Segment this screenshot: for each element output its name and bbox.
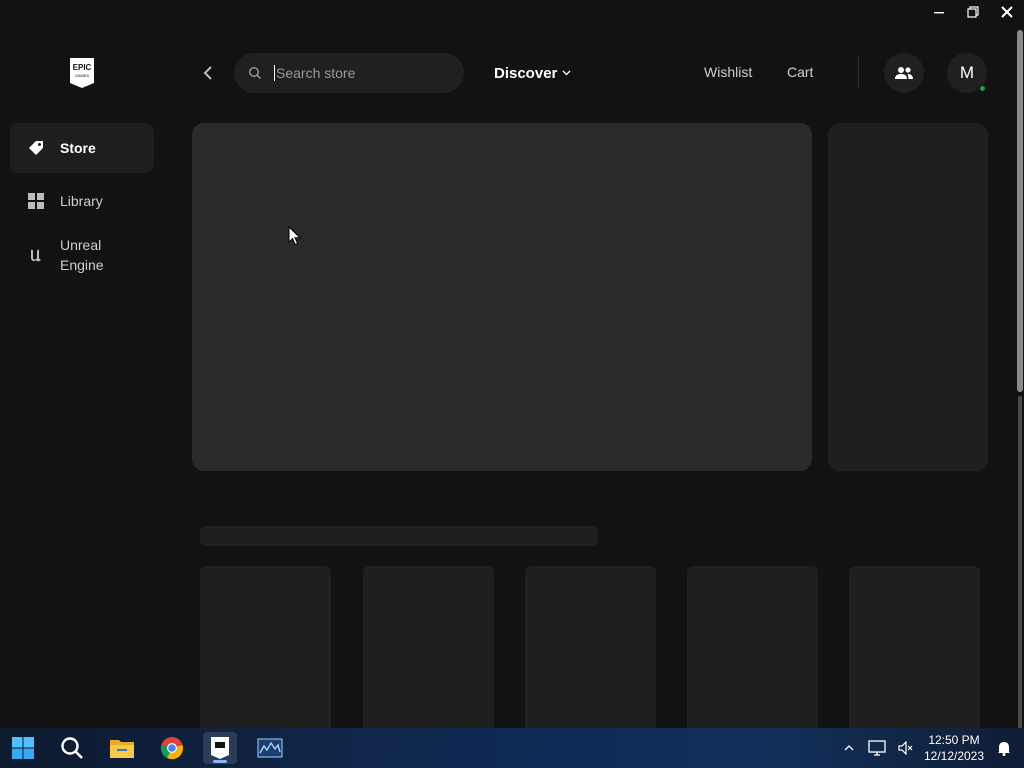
search-bar[interactable] [234, 53, 464, 93]
epic-games-icon [211, 737, 229, 759]
notifications-button[interactable] [994, 728, 1014, 768]
taskbar-search-button[interactable] [55, 732, 89, 764]
cart-link[interactable]: Cart [787, 64, 813, 80]
wishlist-link[interactable]: Wishlist [704, 64, 752, 80]
chevron-down-icon [562, 70, 571, 76]
tray-volume-button[interactable] [896, 728, 916, 768]
game-card-placeholder[interactable] [525, 566, 656, 728]
windows-start-icon [12, 737, 34, 759]
taskbar-file-explorer[interactable] [105, 732, 139, 764]
close-icon [1001, 6, 1013, 18]
chrome-icon [161, 737, 183, 760]
restore-icon [967, 6, 979, 18]
taskbar-clock[interactable]: 12:50 PM 12/12/2023 [918, 732, 990, 764]
minimize-button[interactable] [922, 0, 956, 24]
close-button[interactable] [990, 0, 1024, 24]
search-icon [248, 66, 261, 79]
tag-icon [28, 140, 44, 156]
sidebar: Store Library Unreal Engine [10, 123, 154, 281]
page-scrollbar[interactable] [1016, 24, 1024, 746]
chevron-left-icon [203, 66, 212, 80]
topbar-divider [858, 56, 859, 88]
game-card-placeholder[interactable] [200, 566, 331, 728]
monitor-app-icon [257, 738, 283, 758]
epic-games-logo[interactable]: EPIC GAMES [68, 57, 96, 89]
game-card-placeholder[interactable] [849, 566, 980, 728]
game-card-placeholder[interactable] [687, 566, 818, 728]
sidebar-item-label: Store [60, 140, 96, 156]
svg-text:GAMES: GAMES [75, 73, 90, 78]
unreal-icon [28, 247, 44, 263]
sidebar-item-label: Unreal Engine [60, 237, 104, 273]
taskbar-monitor-app[interactable] [253, 732, 287, 764]
tray-overflow-button[interactable] [840, 728, 858, 768]
online-status-indicator [979, 85, 986, 92]
bell-icon [998, 742, 1010, 756]
scrollbar-thumb[interactable] [1017, 30, 1023, 392]
sidebar-item-library[interactable]: Library [10, 173, 154, 229]
section-title-placeholder [200, 526, 598, 546]
clock-time: 12:50 PM [928, 733, 980, 747]
sidebar-item-store[interactable]: Store [10, 123, 154, 173]
friends-icon [895, 67, 913, 79]
avatar-initial: M [959, 63, 975, 82]
minimize-icon [934, 12, 944, 14]
sidebar-item-label: Library [60, 193, 103, 209]
window-controls [922, 0, 1024, 24]
tray-network-button[interactable] [866, 728, 888, 768]
hero-side-list-placeholder[interactable] [828, 123, 988, 471]
friends-button[interactable] [884, 53, 924, 93]
user-avatar[interactable]: M [947, 53, 987, 93]
active-app-indicator [213, 760, 227, 763]
volume-muted-icon [898, 741, 913, 755]
start-button[interactable] [6, 732, 40, 764]
network-icon [868, 740, 886, 756]
back-button[interactable] [198, 62, 218, 84]
search-icon [61, 737, 83, 759]
chevron-up-icon [844, 745, 854, 751]
game-card-placeholder[interactable] [363, 566, 494, 728]
discover-label: Discover [494, 64, 558, 82]
clock-date: 12/12/2023 [923, 749, 985, 763]
search-input[interactable] [274, 65, 444, 81]
restore-button[interactable] [956, 0, 990, 24]
taskbar-chrome[interactable] [155, 732, 189, 764]
sidebar-item-unreal-engine[interactable]: Unreal Engine [10, 229, 154, 281]
file-explorer-icon [110, 740, 134, 758]
taskbar-epic-games[interactable] [203, 732, 237, 764]
scrollbar-track[interactable] [1018, 396, 1022, 746]
svg-text:EPIC: EPIC [73, 63, 92, 72]
windows-taskbar: 12:50 PM 12/12/2023 [0, 728, 1024, 768]
mouse-cursor-icon [288, 226, 302, 246]
discover-dropdown[interactable]: Discover [494, 64, 571, 82]
hero-carousel-placeholder[interactable] [192, 123, 812, 471]
grid-icon [28, 193, 44, 209]
